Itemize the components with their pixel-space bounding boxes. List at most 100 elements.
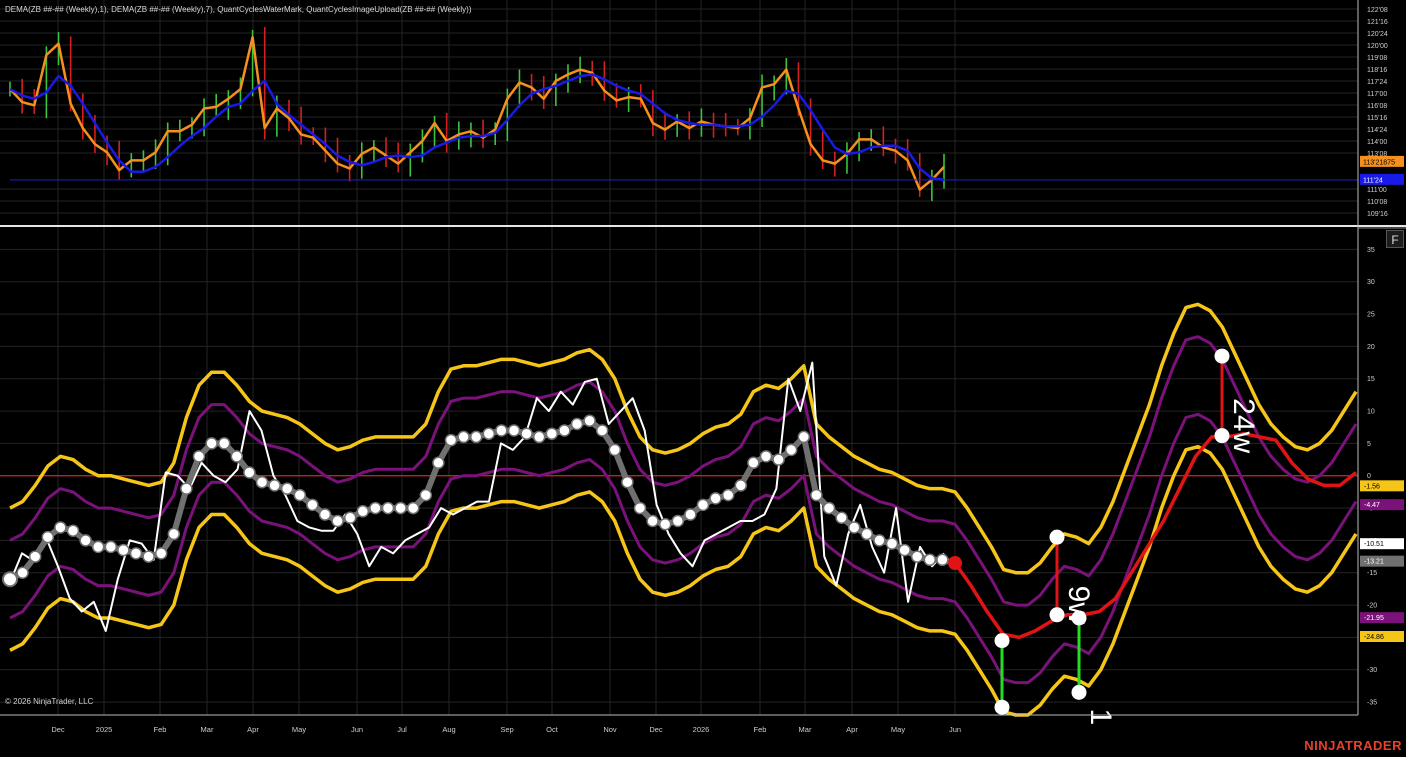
- x-tick-label: Dec: [51, 725, 65, 734]
- cycle-marker-dot: [1071, 684, 1087, 700]
- cycle-dot: [91, 540, 105, 554]
- y-tick-label: -20: [1367, 603, 1377, 610]
- cycle-dot: [810, 488, 823, 502]
- x-tick-label: Mar: [201, 725, 214, 734]
- value-flag-label: -13.21: [1364, 559, 1384, 566]
- upper-inner-band: [9, 335, 1358, 607]
- y-tick-label: 15: [1367, 376, 1375, 383]
- cycle-dot: [898, 543, 911, 557]
- cycle-dot: [822, 501, 836, 515]
- cycle-dot: [545, 427, 559, 440]
- axes: Dec 2025 Feb Mar Apr May Jun Jul Aug Sep Oct Nov Dec…: [0, 0, 1406, 734]
- cycle-dot: [192, 450, 206, 463]
- cycle-dot: [356, 505, 370, 518]
- cycle-dot: [66, 524, 80, 537]
- value-flag-label: -4.47: [1364, 502, 1380, 509]
- cycle-dot: [343, 511, 357, 525]
- cycle-dot: [217, 437, 231, 450]
- y-tick-label: 115'16: [1367, 115, 1387, 122]
- cycle-dot: [621, 475, 634, 489]
- y-tick-label: 20: [1367, 344, 1375, 351]
- y-tick-label: 114'24: [1367, 127, 1387, 134]
- x-tick-label: Jun: [351, 725, 363, 734]
- y-tick-label: 25: [1367, 312, 1375, 319]
- cycle-dot: [759, 450, 773, 463]
- cycle-dot: [381, 501, 395, 515]
- y-tick-label: 110'08: [1367, 199, 1387, 206]
- cycle-dot: [293, 488, 307, 502]
- y-tick-label: 109'16: [1367, 211, 1388, 218]
- x-tick-label: Nov: [603, 725, 617, 734]
- y-tick-label: -30: [1367, 667, 1377, 674]
- y-tick-label: 10: [1367, 409, 1375, 416]
- x-tick-label: Dec: [649, 725, 663, 734]
- y-tick-label: 0: [1367, 473, 1371, 480]
- y-tick-label: 117'24: [1367, 79, 1387, 86]
- value-flag-label: -1.56: [1364, 483, 1380, 490]
- lower-inner-band: [9, 412, 1358, 685]
- cycle-dot: [633, 501, 647, 515]
- cycle-dot: [205, 437, 218, 450]
- cycle-dot: [243, 466, 256, 479]
- dema-1-line: [9, 35, 945, 191]
- cycle-marker-dot: [994, 699, 1010, 715]
- x-tick-label: Feb: [154, 725, 167, 734]
- cycle-dot: [432, 456, 445, 470]
- price-panel[interactable]: [9, 27, 1358, 202]
- cycle-dot: [495, 424, 508, 437]
- projection-line: [953, 431, 1358, 640]
- cycle-dot: [318, 508, 332, 521]
- x-tick-label: Apr: [247, 725, 259, 734]
- y-tick-label: 119'08: [1367, 55, 1387, 62]
- cycle-dot: [936, 553, 949, 567]
- cycle-dot: [658, 517, 672, 531]
- price-flag-label: 111'24: [1363, 177, 1383, 184]
- x-tick-label: May: [891, 725, 905, 734]
- cycle-dot: [684, 508, 697, 521]
- cycle-dot: [104, 540, 118, 554]
- x-tick-label: Feb: [754, 725, 767, 734]
- x-tick-label: Aug: [442, 725, 455, 734]
- cycle-dot: [784, 443, 798, 457]
- cycle-marker-dot: [1214, 348, 1230, 364]
- value-flag-label: -24.86: [1364, 634, 1384, 641]
- cycle-dot: [570, 417, 584, 431]
- f-button[interactable]: F: [1386, 230, 1404, 248]
- y-tick-label: 35: [1367, 247, 1375, 254]
- cycle-dot: [646, 514, 659, 528]
- x-tick-label: 2025: [96, 725, 113, 734]
- cycle-dot: [520, 427, 533, 440]
- cycle-dot: [457, 430, 470, 444]
- cycle-dot: [406, 501, 420, 515]
- x-tick-label: 2026: [693, 725, 710, 734]
- x-tick-label: Mar: [799, 725, 812, 734]
- y-tick-label: 121'16: [1367, 19, 1388, 26]
- cycle-dot: [671, 514, 685, 528]
- cycle-dot: [167, 527, 181, 541]
- x-tick-label: Sep: [500, 725, 513, 734]
- y-tick-label: 118'16: [1367, 67, 1387, 74]
- cycle-dot: [482, 427, 496, 440]
- cycle-length-label: 1: [1084, 709, 1117, 726]
- cycle-marker-dot: [1049, 529, 1065, 545]
- y-tick-label: 117'00: [1367, 91, 1387, 98]
- cycle-marker-dot: [994, 633, 1010, 649]
- cycle-dot: [910, 550, 924, 563]
- cycle-dot: [129, 547, 143, 560]
- cycle-dot: [772, 453, 785, 466]
- cycle-dot: [419, 488, 433, 502]
- cycle-start-dot: [2, 571, 18, 588]
- y-tick-label: -35: [1367, 700, 1377, 707]
- x-tick-label: May: [292, 725, 306, 734]
- cycle-dot: [142, 550, 155, 563]
- cycle-dot: [558, 424, 571, 437]
- cycle-dot: [507, 424, 521, 437]
- cycle-dot: [369, 501, 382, 515]
- y-tick-label: 116'08: [1367, 103, 1387, 110]
- cycle-panel[interactable]: 9w124w: [0, 302, 1358, 726]
- value-flag-label: -10.51: [1364, 541, 1384, 548]
- y-tick-label: 30: [1367, 279, 1375, 286]
- x-tick-label: Jun: [949, 725, 961, 734]
- y-tick-label: 120'24: [1367, 31, 1388, 38]
- cycle-dot: [608, 443, 622, 457]
